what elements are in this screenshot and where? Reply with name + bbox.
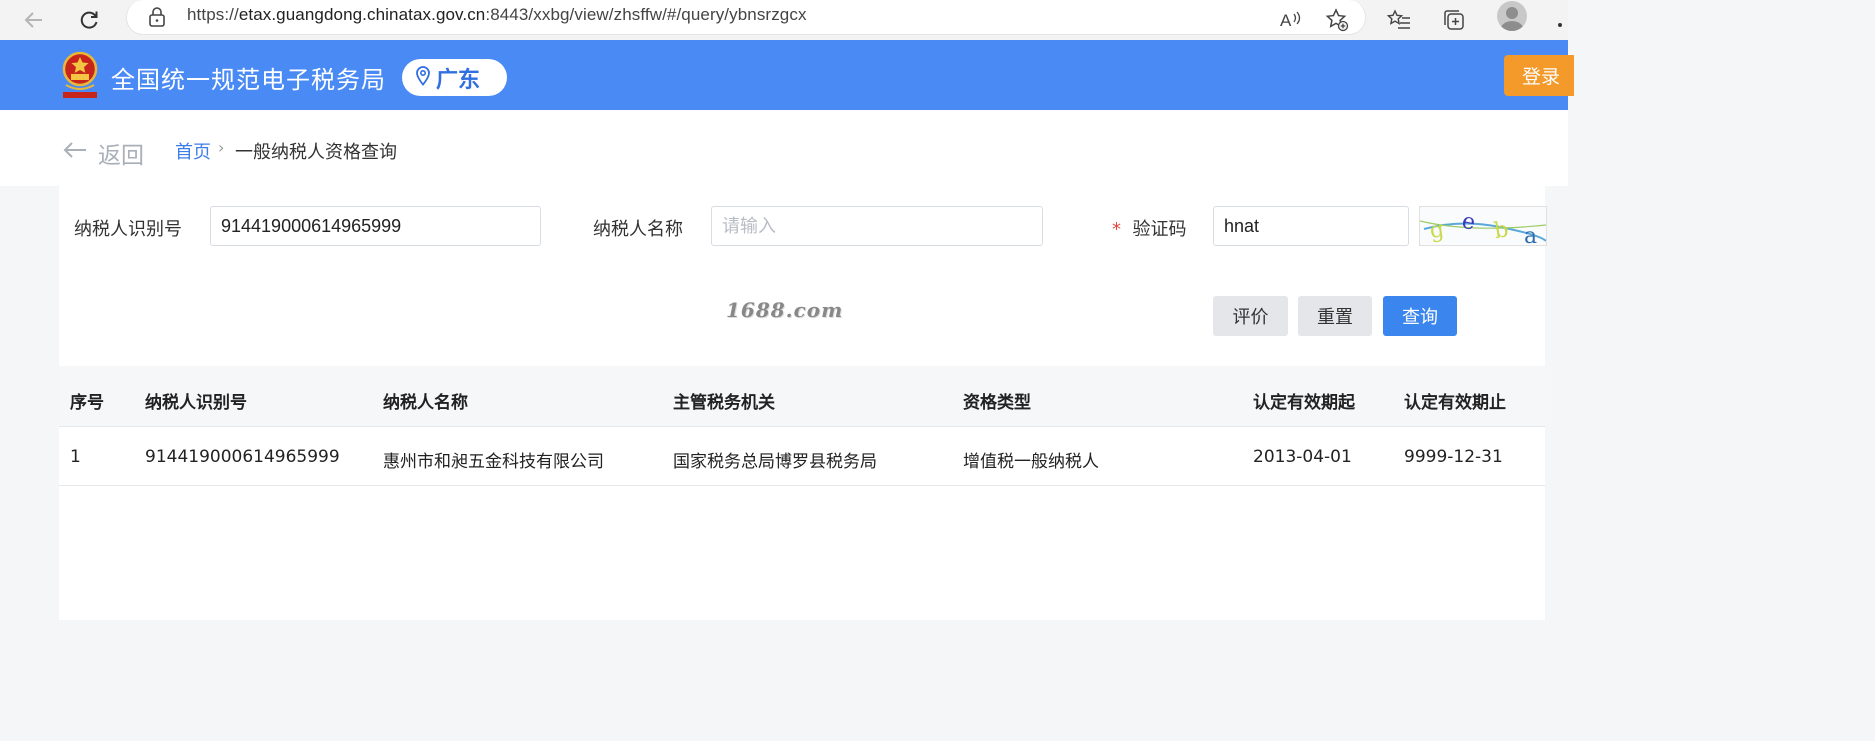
captcha-input[interactable]: hnat: [1213, 206, 1409, 246]
breadcrumb-current: 一般纳税人资格查询: [235, 142, 397, 163]
required-mark: *: [1112, 219, 1121, 240]
refresh-icon[interactable]: [72, 3, 106, 37]
column-header: 认定有效期止: [1404, 393, 1506, 413]
svg-text:e: e: [1460, 209, 1478, 236]
svg-text:b: b: [1492, 217, 1510, 244]
column-header: 纳税人名称: [383, 393, 468, 413]
column-header: 序号: [70, 393, 104, 413]
column-header: 认定有效期起: [1253, 393, 1355, 413]
left-arrow-icon: [62, 140, 88, 166]
tax-emblem-icon: [60, 49, 100, 101]
add-favorite-icon[interactable]: [1320, 3, 1354, 37]
column-header: 纳税人识别号: [145, 393, 247, 413]
column-header: 主管税务机关: [673, 393, 775, 413]
taxpayer-id-input[interactable]: 914419000614965999: [210, 206, 541, 246]
taxpayer-name-label: 纳税人名称: [593, 219, 683, 240]
back-button[interactable]: 返回: [62, 136, 144, 170]
region-selector[interactable]: 广东: [402, 59, 507, 96]
read-aloud-icon[interactable]: A: [1274, 3, 1308, 37]
back-label: 返回: [98, 143, 144, 169]
table-cell: 国家税务总局博罗县税务局: [673, 452, 877, 472]
captcha-label: * 验证码: [1112, 219, 1187, 240]
table-cell: 惠州市和昶五金科技有限公司: [383, 452, 604, 472]
favorites-icon[interactable]: [1382, 3, 1416, 37]
url-text[interactable]: https://etax.guangdong.chinatax.gov.cn:8…: [187, 5, 807, 25]
table-cell: 914419000614965999: [145, 447, 340, 467]
site-title: 全国统一规范电子税务局: [111, 66, 386, 94]
table-cell: 1: [70, 447, 81, 467]
taxpayer-id-label: 纳税人识别号: [74, 219, 182, 240]
more-menu-icon[interactable]: [1556, 14, 1564, 27]
table-cell: 9999-12-31: [1404, 447, 1503, 467]
location-pin-icon: [416, 65, 430, 90]
table-cell: 增值税一般纳税人: [963, 452, 1099, 472]
reset-button[interactable]: 重置: [1298, 296, 1372, 336]
captcha-image[interactable]: g e b a: [1419, 206, 1547, 246]
lock-icon[interactable]: [147, 5, 167, 29]
back-arrow-icon[interactable]: [17, 3, 51, 37]
query-button[interactable]: 查询: [1383, 296, 1457, 336]
svg-text:a: a: [1524, 224, 1537, 245]
breadcrumb-home-link[interactable]: 首页: [175, 138, 211, 164]
breadcrumb-separator: ›: [218, 138, 225, 157]
svg-text:A: A: [1280, 11, 1292, 30]
watermark: 1688.com: [726, 298, 844, 322]
login-button[interactable]: 登录: [1504, 55, 1574, 96]
evaluate-button[interactable]: 评价: [1213, 296, 1288, 336]
svg-text:g: g: [1428, 217, 1445, 244]
region-label: 广东: [436, 67, 481, 93]
taxpayer-name-input[interactable]: 请输入: [711, 206, 1043, 246]
table-cell: 2013-04-01: [1253, 447, 1352, 467]
column-header: 资格类型: [963, 393, 1031, 413]
profile-avatar-icon[interactable]: [1497, 1, 1527, 31]
collections-icon[interactable]: [1437, 3, 1471, 37]
